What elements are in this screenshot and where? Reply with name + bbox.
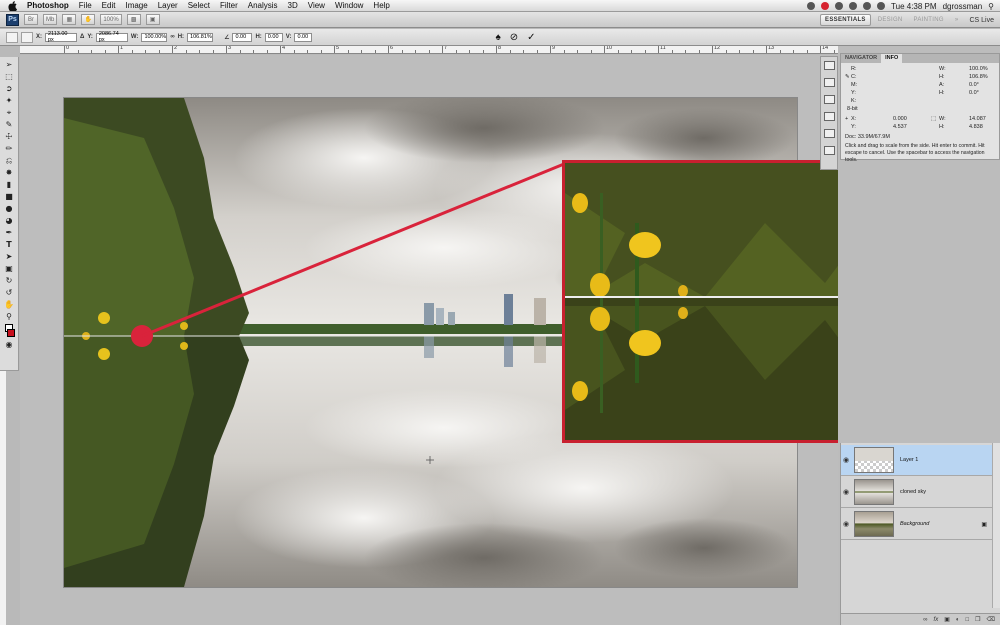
info-row-y: Y: H: 0.0° bbox=[841, 90, 999, 98]
layers-panel: ◉ Layer 1 ◉ cloned sky ◉ Background ▣ ∞ … bbox=[840, 443, 1000, 625]
layers-scrollbar[interactable] bbox=[992, 443, 1000, 608]
layer-row-cloned-sky[interactable]: ◉ cloned sky bbox=[841, 477, 993, 508]
layers-footer: ∞ fx ▣ ◐ □ ❐ ⌫ bbox=[841, 613, 1000, 625]
info-h1-label: H: bbox=[939, 74, 945, 80]
history-panel-icon[interactable] bbox=[823, 61, 835, 70]
info-panel-tabs: NAVIGATOR INFO bbox=[841, 54, 999, 63]
visibility-eye-icon[interactable]: ◉ bbox=[841, 456, 851, 464]
info-h3-value: 4.838 bbox=[969, 124, 983, 130]
info-h1-value: 106.8% bbox=[969, 74, 988, 80]
info-w2-value: 14.087 bbox=[969, 116, 986, 122]
adjustment-layer-icon[interactable]: ◐ bbox=[956, 617, 960, 623]
info-y-label: Y: bbox=[851, 90, 856, 96]
layer-row-layer-1[interactable]: ◉ Layer 1 bbox=[841, 445, 993, 476]
info-h3-label: H: bbox=[939, 124, 945, 130]
info-r-label: R: bbox=[851, 66, 857, 72]
tool-hint: Click and drag to scale from the side. H… bbox=[845, 143, 985, 163]
layer-name[interactable]: cloned sky bbox=[900, 489, 926, 495]
layer-style-icon[interactable]: fx bbox=[934, 617, 939, 623]
info-c-label: C: bbox=[851, 74, 857, 80]
info-x-value: 0.000 bbox=[893, 116, 907, 122]
info-w2-label: W: bbox=[939, 116, 946, 122]
crosshair-icon: + bbox=[845, 116, 849, 122]
info-row-x: + X: 0.000 ⬚ W: 14.087 bbox=[841, 116, 999, 124]
layer-thumbnail bbox=[854, 479, 894, 505]
layer-name[interactable]: Background bbox=[900, 521, 929, 527]
info-x-label: X: bbox=[851, 116, 857, 122]
lock-icon: ▣ bbox=[981, 521, 987, 528]
brush-panel-icon[interactable] bbox=[823, 146, 835, 155]
character-panel-icon[interactable] bbox=[823, 112, 835, 121]
info-k-label: K: bbox=[851, 98, 857, 104]
info-w1-label: W: bbox=[939, 66, 946, 72]
collapsed-panels-strip bbox=[820, 56, 838, 170]
selection-size-icon: ⬚ bbox=[931, 116, 937, 122]
paragraph-panel-icon[interactable] bbox=[823, 129, 835, 138]
add-mask-icon[interactable]: ▣ bbox=[944, 616, 950, 623]
layer-row-background[interactable]: ◉ Background ▣ bbox=[841, 509, 993, 540]
layer-thumbnail bbox=[854, 511, 894, 537]
info-a-value: 0.0° bbox=[969, 82, 979, 88]
animation-panel-icon[interactable] bbox=[823, 95, 835, 104]
info-w1-value: 100.0% bbox=[969, 66, 988, 72]
new-group-icon[interactable]: □ bbox=[966, 617, 970, 623]
layer-thumbnail bbox=[854, 447, 894, 473]
info-m-label: M: bbox=[851, 82, 858, 88]
visibility-eye-icon[interactable]: ◉ bbox=[841, 520, 851, 528]
delete-layer-icon[interactable]: ⌫ bbox=[987, 616, 995, 623]
layer-name[interactable]: Layer 1 bbox=[900, 457, 918, 463]
info-h2-value: 0.0° bbox=[969, 90, 979, 96]
info-h2-label: H: bbox=[939, 90, 945, 96]
tab-navigator[interactable]: NAVIGATOR bbox=[841, 54, 881, 63]
new-layer-icon[interactable]: ❐ bbox=[975, 616, 980, 623]
info-panel: NAVIGATOR INFO R: W: 100.0% ✎ C: H: 106.… bbox=[840, 53, 1000, 163]
eyedropper-icon: ✎ bbox=[845, 74, 850, 80]
info-y2-label: Y: bbox=[851, 124, 856, 130]
info-row-r: R: W: 100.0% bbox=[841, 66, 999, 74]
tab-info[interactable]: INFO bbox=[881, 54, 903, 63]
actions-panel-icon[interactable] bbox=[823, 78, 835, 87]
info-row-y2: Y: 4.537 H: 4.838 bbox=[841, 124, 999, 132]
info-row-c: ✎ C: H: 106.8% bbox=[841, 74, 999, 82]
visibility-eye-icon[interactable]: ◉ bbox=[841, 488, 851, 496]
link-layers-icon[interactable]: ∞ bbox=[923, 617, 927, 623]
info-row-k: K: bbox=[841, 98, 999, 106]
info-a-label: A: bbox=[939, 82, 945, 88]
info-y2-value: 4.537 bbox=[893, 124, 907, 130]
info-row-bit: 8-bit bbox=[841, 106, 999, 114]
info-bit-depth: 8-bit bbox=[847, 106, 858, 112]
info-row-m: M: A: 0.0° bbox=[841, 82, 999, 90]
